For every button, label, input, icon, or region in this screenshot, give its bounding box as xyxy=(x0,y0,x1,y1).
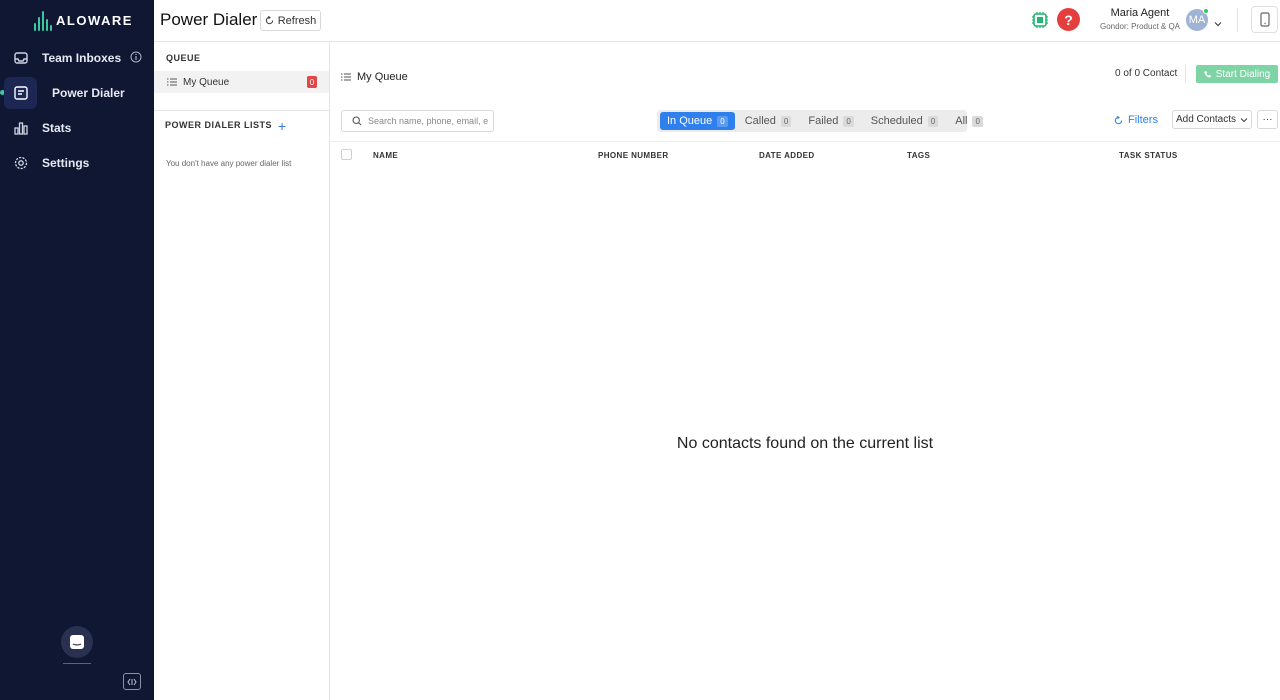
status-tabs: In Queue 0 Called 0 Failed 0 Scheduled 0… xyxy=(657,110,983,132)
sidebar-item-label: Stats xyxy=(42,121,72,135)
chevron-down-icon xyxy=(1240,117,1248,122)
start-dialing-button[interactable]: Start Dialing xyxy=(1196,65,1278,83)
tab-count: 0 xyxy=(717,115,728,127)
add-list-button[interactable]: + xyxy=(278,119,286,133)
chat-icon xyxy=(70,635,84,649)
divider xyxy=(1237,8,1238,32)
mobile-phone-icon xyxy=(1259,12,1270,27)
tab-label: In Queue xyxy=(667,115,713,127)
refresh-label: Refresh xyxy=(277,14,317,27)
tab-label: All xyxy=(955,115,968,127)
user-team: Gondor: Product & QA xyxy=(1099,22,1181,31)
tab-in-queue[interactable]: In Queue 0 xyxy=(660,112,735,130)
stats-icon xyxy=(12,119,30,137)
sidebar-item-label: Settings xyxy=(42,156,90,170)
list-title-text: My Queue xyxy=(357,71,408,83)
filters-button[interactable]: Filters xyxy=(1114,114,1158,126)
list-icon xyxy=(341,73,351,81)
column-header-phone-number[interactable]: PHONE NUMBER xyxy=(598,151,669,160)
tab-label: Scheduled xyxy=(870,115,923,127)
refresh-icon xyxy=(265,16,273,25)
sidebar-item-label: Team Inboxes xyxy=(42,51,122,65)
aloware-logo[interactable]: ALOWARE xyxy=(34,9,133,31)
list-icon xyxy=(167,78,177,86)
divider xyxy=(63,663,91,664)
collapse-sidebar-button[interactable] xyxy=(123,673,141,690)
tab-label: Failed xyxy=(808,115,839,127)
tab-all[interactable]: All 0 xyxy=(948,112,990,130)
queue-section-header: QUEUE xyxy=(166,53,201,63)
sidebar-item-team-inboxes[interactable]: Team Inboxes xyxy=(4,42,150,74)
tab-scheduled[interactable]: Scheduled 0 xyxy=(864,112,945,130)
queue-item-my-queue[interactable]: My Queue 0 xyxy=(154,71,329,93)
help-button[interactable]: ? xyxy=(1057,8,1080,31)
phone-icon xyxy=(1204,70,1211,78)
add-contacts-button[interactable]: Add Contacts xyxy=(1172,110,1252,129)
tab-label: Called xyxy=(744,115,776,127)
select-all-checkbox[interactable] xyxy=(341,149,352,160)
more-options-button[interactable]: ··· xyxy=(1257,110,1278,129)
start-dialing-label: Start Dialing xyxy=(1215,68,1271,80)
tab-count: 0 xyxy=(972,115,983,127)
sidebar-item-power-dialer[interactable]: Power Dialer xyxy=(0,77,150,109)
inbox-icon xyxy=(12,49,30,67)
column-header-tags[interactable]: TAGS xyxy=(907,151,930,160)
column-header-task-status[interactable]: TASK STATUS xyxy=(1119,151,1178,160)
chip-icon[interactable] xyxy=(1031,11,1049,34)
search-icon xyxy=(352,116,362,126)
sidebar-item-label: Power Dialer xyxy=(52,86,125,100)
logo-bars-icon xyxy=(34,9,52,31)
tab-called[interactable]: Called 0 xyxy=(738,112,799,130)
sidebar: ALOWARE Team Inboxes Power Dialer Stats … xyxy=(0,0,154,700)
power-dialer-icon xyxy=(12,84,30,102)
empty-state-message: No contacts found on the current list xyxy=(676,435,934,452)
column-header-date-added[interactable]: DATE ADDED xyxy=(759,151,815,160)
power-dialer-lists-header: POWER DIALER LISTS xyxy=(165,120,273,130)
column-header-name[interactable]: NAME xyxy=(373,151,398,160)
gear-icon xyxy=(12,154,30,172)
tab-count: 0 xyxy=(843,115,854,127)
tab-failed[interactable]: Failed 0 xyxy=(801,112,860,130)
chat-support-button[interactable] xyxy=(61,626,93,658)
empty-lists-text: You don't have any power dialer list xyxy=(166,159,292,168)
collapse-icon xyxy=(127,678,137,685)
online-status-dot xyxy=(1203,8,1209,14)
main-content: My Queue 0 of 0 Contact Start Dialing In… xyxy=(330,42,1280,700)
reset-filter-icon xyxy=(1114,115,1123,124)
divider xyxy=(154,110,329,111)
table-header: NAME PHONE NUMBER DATE ADDED TAGS TASK S… xyxy=(330,141,1280,169)
search-input[interactable] xyxy=(368,116,488,126)
chevron-down-icon[interactable] xyxy=(1214,14,1222,32)
info-icon[interactable] xyxy=(130,51,142,66)
search-box xyxy=(341,110,494,132)
refresh-button[interactable]: Refresh xyxy=(260,10,321,31)
tab-count: 0 xyxy=(927,115,939,127)
filters-label: Filters xyxy=(1128,114,1158,126)
page-title: Power Dialer xyxy=(160,10,258,29)
tab-count: 0 xyxy=(780,115,792,127)
phone-panel-button[interactable] xyxy=(1251,6,1278,33)
list-title: My Queue xyxy=(341,71,408,83)
queue-item-label: My Queue xyxy=(183,76,230,88)
sidebar-item-stats[interactable]: Stats xyxy=(4,112,150,144)
queue-count-badge: 0 xyxy=(307,76,317,88)
sidebar-item-settings[interactable]: Settings xyxy=(4,147,150,179)
question-icon: ? xyxy=(1064,11,1073,28)
queue-panel: QUEUE My Queue 0 POWER DIALER LISTS + Yo… xyxy=(154,42,330,700)
divider xyxy=(1185,65,1186,83)
add-contacts-label: Add Contacts xyxy=(1175,114,1237,125)
contact-count: 0 of 0 Contact xyxy=(1115,68,1178,79)
logo-text: ALOWARE xyxy=(56,12,133,28)
top-header: Power Dialer Refresh ? Maria Agent Gondo… xyxy=(154,0,1280,42)
user-name[interactable]: Maria Agent xyxy=(1097,7,1183,19)
